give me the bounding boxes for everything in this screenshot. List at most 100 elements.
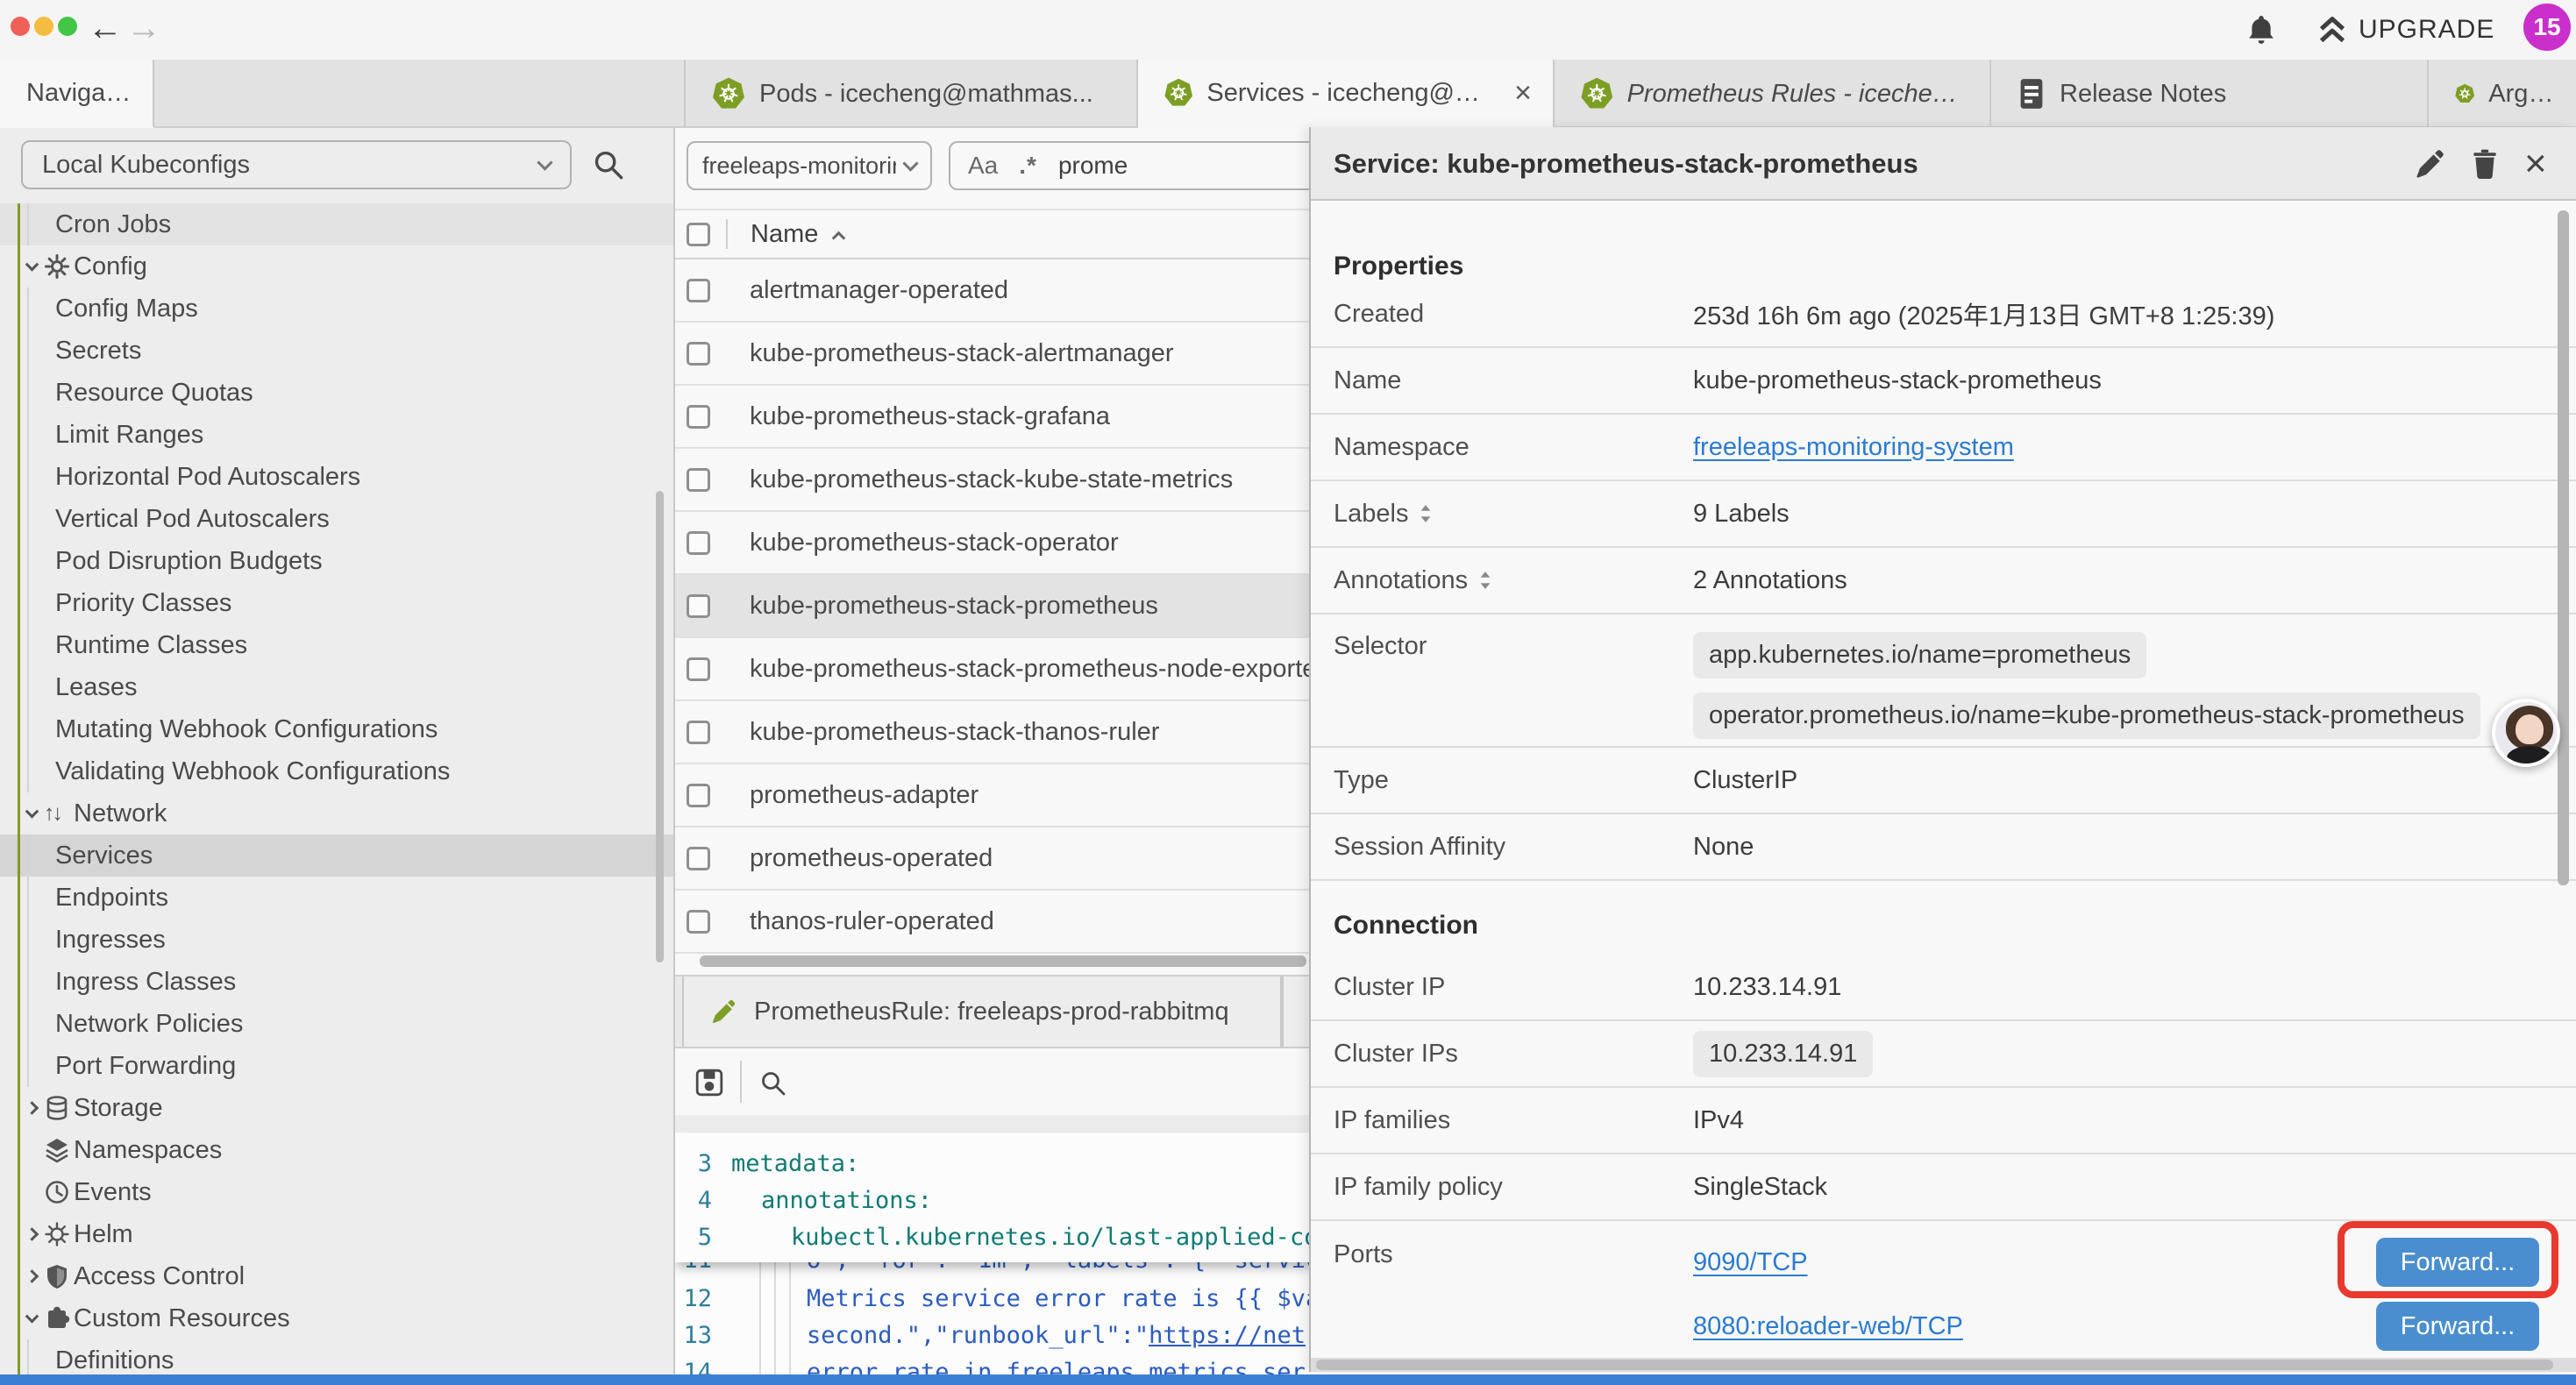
sidebar-item-limit-ranges[interactable]: Limit Ranges [0,414,675,456]
code-text: second.","runbook_url":" [807,1322,1149,1349]
checkbox[interactable] [687,468,710,492]
regex-toggle[interactable]: .* [1019,152,1037,180]
checkbox[interactable] [687,784,710,807]
minimize-window-button[interactable] [34,17,53,36]
avatar-face [2516,714,2544,744]
table-horizontal-scrollbar[interactable] [700,955,1306,967]
tab-pods[interactable]: Pods - icecheng@mathmas... [686,60,1138,128]
checkbox[interactable] [687,847,710,870]
checkbox[interactable] [687,531,710,555]
panel-vertical-scrollbar[interactable] [2558,210,2569,885]
sidebar-item-namespaces[interactable]: Namespaces [0,1129,675,1171]
sidebar-group-network[interactable]: ↑↓Network [0,792,675,835]
tab-services[interactable]: Services - icecheng@math... × [1138,60,1555,128]
match-case-toggle[interactable]: Aa [968,152,998,180]
namespace-link[interactable]: freeleaps-monitoring-system [1693,433,2014,462]
sidebar-item-pod-disruption-budgets[interactable]: Pod Disruption Budgets [0,540,675,582]
checkbox[interactable] [687,721,710,744]
checkbox[interactable] [687,594,710,618]
sidebar-group-custom-resources[interactable]: Custom Resources [0,1297,675,1339]
tab-prometheus-rules[interactable]: Prometheus Rules - icecheng... [1555,60,1991,128]
avatar[interactable] [2492,699,2560,767]
resource-tree: Cron Jobs Config Config Maps Secrets Res… [0,203,675,1374]
sidebar-item-secrets[interactable]: Secrets [0,330,675,372]
expand-updown-icon[interactable] [1478,570,1492,591]
port-link[interactable]: 9090/TCP [1693,1248,1808,1277]
sidebar-item-priority-classes[interactable]: Priority Classes [0,582,675,624]
indent-guide [27,877,29,919]
editor-tab-prometheusrule[interactable]: PrometheusRule: freeleaps-prod-rabbitmq [682,977,1282,1047]
sidebar-item-port-forwarding[interactable]: Port Forwarding [0,1045,675,1087]
sidebar-item-validating-webhook-configurations[interactable]: Validating Webhook Configurations [0,750,675,792]
zoom-window-button[interactable] [58,17,77,36]
port-link[interactable]: 8080:reloader-web/TCP [1693,1312,1963,1341]
kubeconfig-selector[interactable]: Local Kubeconfigs [21,140,572,189]
sidebar-item-horizontal-pod-autoscalers[interactable]: Horizontal Pod Autoscalers [0,456,675,498]
forward-button[interactable]: Forward... [2376,1302,2539,1351]
tab-release-notes[interactable]: Release Notes [1991,60,2429,128]
tab-navigator[interactable]: Navigator [0,60,154,128]
back-button[interactable]: ← [88,7,123,49]
line-number: 3 [675,1150,731,1177]
panel-horizontal-scrollbar[interactable] [1311,1358,2576,1372]
checkbox[interactable] [687,279,710,302]
code-text: o", "for": "1m", "labels": { "service": … [731,1262,1391,1274]
checkbox[interactable] [687,657,710,681]
sidebar-item-ingresses[interactable]: Ingresses [0,919,675,961]
sidebar-item-resource-quotas[interactable]: Resource Quotas [0,372,675,414]
sidebar-item-vertical-pod-autoscalers[interactable]: Vertical Pod Autoscalers [0,498,675,540]
sidebar-item-config-maps[interactable]: Config Maps [0,288,675,330]
indent-guide [27,961,29,1003]
forward-button[interactable]: → [126,7,161,49]
checkbox[interactable] [687,910,710,934]
upgrade-button[interactable]: UPGRADE [2316,15,2494,45]
tab-close-icon[interactable]: × [1498,76,1532,110]
sidebar-item-runtime-classes[interactable]: Runtime Classes [0,624,675,666]
checkbox[interactable] [687,342,710,366]
sidebar-item-mutating-webhook-configurations[interactable]: Mutating Webhook Configurations [0,708,675,750]
forward-button[interactable]: Forward... [2376,1238,2539,1287]
sidebar-group-access-control[interactable]: Access Control [0,1255,675,1297]
scrollbar-thumb[interactable] [1316,1360,2553,1370]
sidebar-item-network-policies[interactable]: Network Policies [0,1003,675,1045]
sidebar-item-services[interactable]: Services [0,835,675,877]
pencil-icon [710,998,737,1025]
property-label: Cluster IPs [1334,1040,1693,1069]
layers-icon [44,1137,70,1163]
save-button[interactable] [694,1068,724,1097]
tab-argo[interactable]: Argo Se... [2429,60,2576,128]
sidebar-item-label: Config Maps [55,295,198,323]
line-number: 11 [675,1262,731,1274]
sidebar-item-cron-jobs[interactable]: Cron Jobs [0,203,675,245]
tab-strip-filler [154,60,686,126]
trash-icon[interactable] [2470,148,2500,180]
sidebar-item-ingress-classes[interactable]: Ingress Classes [0,961,675,1003]
expand-updown-icon[interactable] [1419,503,1433,524]
sidebar-item-events[interactable]: Events [0,1171,675,1213]
search-input-value: prome [1058,152,1128,180]
sidebar-item-endpoints[interactable]: Endpoints [0,877,675,919]
close-icon[interactable]: × [2524,127,2547,201]
notification-count-badge[interactable]: 15 [2523,4,2571,51]
select-all-checkbox[interactable] [687,223,710,246]
indent-guide [27,372,29,414]
section-heading-properties: Properties [1334,252,1463,281]
runbook-url-link[interactable]: https://net [1149,1322,1306,1349]
editor-search-icon[interactable] [759,1069,787,1097]
sidebar-item-definitions[interactable]: Definitions [0,1339,675,1374]
sidebar-group-config[interactable]: Config [0,245,675,288]
sidebar-search-icon[interactable] [593,149,624,181]
sidebar-scrollbar[interactable] [656,491,664,962]
sidebar-item-label: Storage [74,1094,163,1123]
sidebar-item-leases[interactable]: Leases [0,666,675,708]
namespace-selector[interactable]: freeleaps-monitoring-system [687,141,932,190]
selector-chips: app.kubernetes.io/name=prometheus operat… [1693,632,2480,739]
sidebar-group-helm[interactable]: Helm [0,1213,675,1255]
sidebar-group-storage[interactable]: Storage [0,1087,675,1129]
close-window-button[interactable] [11,17,30,36]
notifications-bell-icon[interactable] [2246,13,2276,46]
checkbox[interactable] [687,405,710,429]
column-header-name[interactable]: Name [751,220,818,249]
search-input[interactable]: Aa .* prome [949,141,1326,190]
edit-pencil-icon[interactable] [2414,148,2445,180]
